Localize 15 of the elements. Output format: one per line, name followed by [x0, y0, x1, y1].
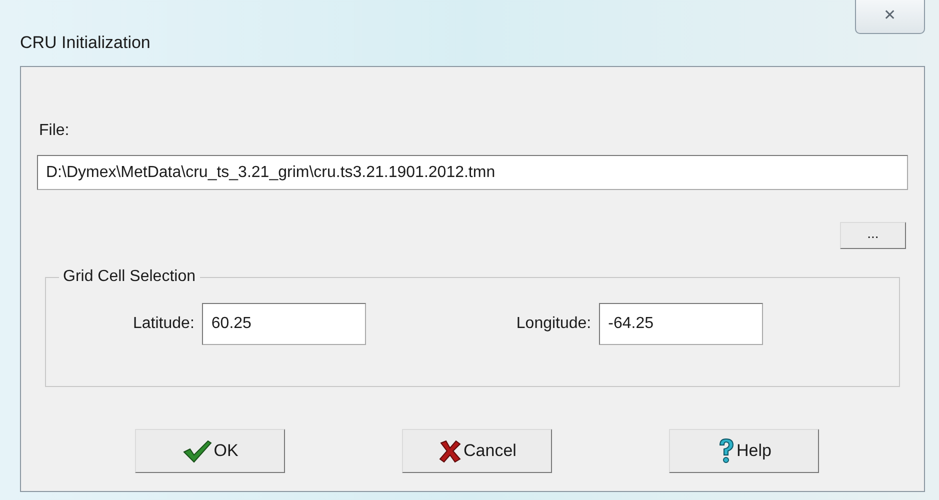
question-mark-icon: [716, 438, 735, 464]
file-label: File:: [39, 121, 70, 141]
close-button[interactable]: ✕: [855, 0, 925, 34]
cancel-button[interactable]: Cancel: [402, 429, 552, 473]
file-path-field[interactable]: D:\Dymex\MetData\cru_ts_3.21_grim\cru.ts3.21.1901.2012.tmn: [37, 155, 908, 190]
coordinate-field[interactable]: 60.25: [202, 303, 366, 345]
cross-icon: [438, 439, 462, 463]
field-label: Longitude:: [516, 314, 592, 334]
ok-button[interactable]: OK: [135, 429, 285, 473]
browse-button[interactable]: ...: [840, 222, 906, 249]
coordinate-field[interactable]: -64.25: [599, 303, 764, 345]
check-icon: [182, 439, 212, 463]
help-button[interactable]: Help: [669, 429, 819, 473]
window-title: CRU Initialization: [20, 32, 150, 54]
field-label: Latitude:: [133, 314, 194, 334]
